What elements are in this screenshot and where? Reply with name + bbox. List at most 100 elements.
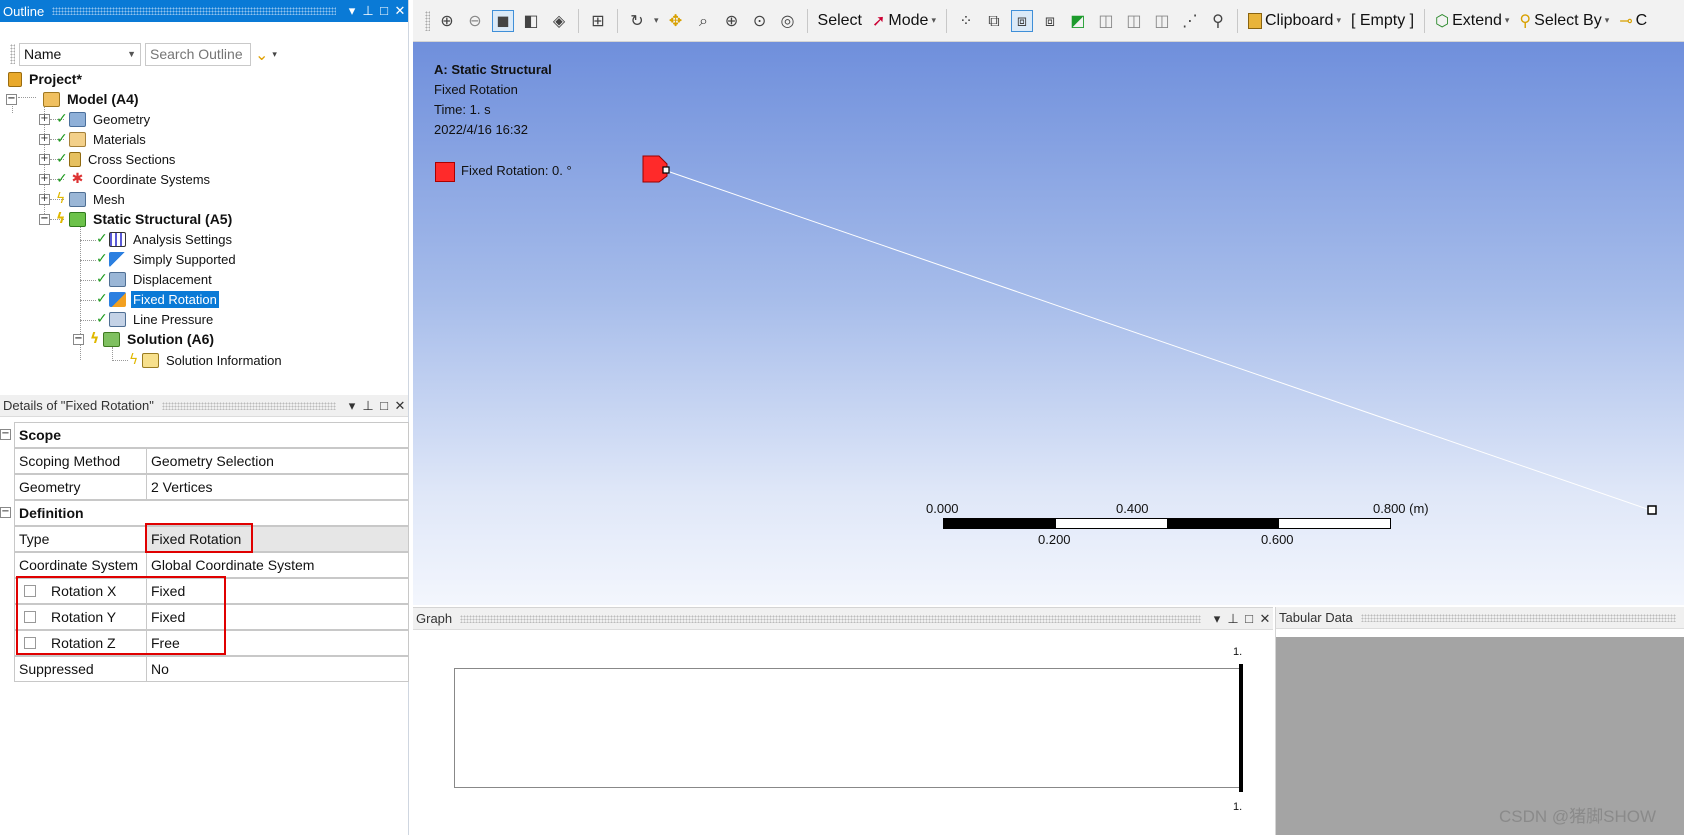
mode-button[interactable]: ➚ Mode ▾	[870, 11, 938, 30]
tree-label: Geometry	[93, 111, 151, 127]
select-vertex-icon[interactable]: ⁘	[955, 10, 977, 32]
tree-item-materials[interactable]: + ✓ Materials	[39, 129, 148, 149]
details-row[interactable]: Coordinate System Global Coordinate Syst…	[0, 552, 409, 578]
select-body-icon[interactable]: ⧈	[1039, 10, 1061, 32]
coordinate-select-icon[interactable]: ⋰	[1179, 10, 1201, 32]
expand-icon[interactable]: +	[39, 113, 50, 125]
expand-icon[interactable]: +	[39, 133, 50, 145]
check-icon: ✓	[56, 131, 68, 147]
dropdown-icon[interactable]: ▾	[344, 395, 360, 417]
maximize-icon[interactable]: □	[376, 0, 392, 22]
pin-icon[interactable]: ⊥	[1225, 608, 1241, 630]
select-element-face-icon[interactable]: ◫	[1095, 10, 1117, 32]
row-value[interactable]: Global Coordinate System	[146, 552, 409, 578]
collapse-icon[interactable]: −	[6, 93, 17, 105]
rotate-icon[interactable]: ↻	[626, 10, 648, 32]
collapse-icon[interactable]: −	[73, 333, 84, 345]
dropdown-icon[interactable]: ▾	[1209, 608, 1225, 630]
tree-item-solution-information[interactable]: ϟ Solution Information	[129, 350, 284, 370]
tree-label: Displacement	[133, 271, 212, 287]
tree-item-analysis-settings[interactable]: ✓ Analysis Settings	[96, 229, 234, 249]
pin-icon[interactable]: ⊥	[360, 0, 376, 22]
tree-item-geometry[interactable]: + ✓ Geometry	[39, 109, 152, 129]
clipboard-button[interactable]: Clipboard ▾	[1246, 12, 1343, 30]
details-row[interactable]: Suppressed No	[0, 656, 409, 682]
collapse-icon[interactable]: −	[0, 429, 11, 440]
check-icon: ✓	[96, 311, 108, 327]
solid-view-icon[interactable]: ◼	[492, 9, 514, 32]
filter-combo[interactable]: Name ▼	[19, 42, 141, 66]
close-icon[interactable]: ✕	[1257, 608, 1273, 630]
rotate-dropdown-icon[interactable]: ▾	[654, 15, 659, 26]
pin-icon[interactable]: ⊥	[360, 395, 376, 417]
tree-item-static-structural[interactable]: − ϟ Static Structural (A5)	[39, 209, 234, 229]
row-label: Geometry	[14, 474, 147, 500]
tree-item-model[interactable]: − Model (A4)	[6, 89, 141, 109]
tree-item-fixed-rotation[interactable]: ✓ Fixed Rotation	[96, 289, 219, 309]
tree-item-line-pressure[interactable]: ✓ Line Pressure	[96, 309, 215, 329]
select-button[interactable]: Select	[816, 12, 864, 30]
highlight-box-type	[145, 523, 253, 553]
scale-label-1: 0.200	[1038, 532, 1071, 547]
cursor-icon: ➚	[872, 11, 886, 30]
fixed-rotation-icon	[109, 291, 126, 307]
line-pressure-icon	[109, 311, 126, 327]
select-edge-icon[interactable]: ⧉	[983, 10, 1005, 32]
select-by-button[interactable]: ⚲ Select By ▾	[1517, 11, 1611, 30]
maximize-icon[interactable]: □	[376, 395, 392, 417]
expand-icon[interactable]: +	[39, 153, 50, 165]
maximize-icon[interactable]: □	[1241, 608, 1257, 630]
details-row[interactable]: Scoping Method Geometry Selection	[0, 448, 409, 474]
tree-item-simply-supported[interactable]: ✓ Simply Supported	[96, 249, 238, 269]
details-row[interactable]: Geometry 2 Vertices	[0, 474, 409, 500]
zoom-out-icon[interactable]: ⊖	[464, 10, 486, 32]
row-value[interactable]: 2 Vertices	[146, 474, 409, 500]
tree-item-project[interactable]: Project*	[8, 69, 84, 89]
pan-icon[interactable]: ✥	[665, 10, 687, 32]
graph-title: Graph	[416, 611, 453, 626]
close-icon[interactable]: ✕	[392, 0, 408, 22]
wireframe-view-icon[interactable]: ◧	[520, 10, 542, 32]
section-view-icon[interactable]: ◈	[548, 10, 570, 32]
graph-y-top-label: 1.	[1233, 646, 1243, 658]
filter-combo-label: Name	[24, 46, 62, 62]
close-icon[interactable]: ✕	[392, 395, 408, 417]
select-element-icon[interactable]: ◫	[1123, 10, 1145, 32]
zoom-icon[interactable]: ⌕	[693, 10, 715, 32]
dropdown-icon[interactable]: ▾	[344, 0, 360, 22]
tree-item-cross-sections[interactable]: + ✓ Cross Sections	[39, 149, 177, 169]
filter-options-icon[interactable]: ▾	[272, 49, 277, 60]
geometry-icon	[69, 111, 86, 127]
time-marker	[1239, 664, 1243, 792]
magnifier-icon[interactable]: ◎	[777, 10, 799, 32]
tree-item-displacement[interactable]: ✓ Displacement	[96, 269, 214, 289]
probe-icon[interactable]: ⚲	[1207, 10, 1229, 32]
zoom-in-icon[interactable]: ⊕	[436, 10, 458, 32]
zoom-box-icon[interactable]: ⊕	[721, 10, 743, 32]
tree-item-mesh[interactable]: + ϟ Mesh	[39, 189, 127, 209]
zoom-fit-icon[interactable]: ⊙	[749, 10, 771, 32]
row-value[interactable]: Geometry Selection	[146, 448, 409, 474]
section-scope[interactable]: − Scope	[0, 422, 409, 448]
truncated-button[interactable]: ⊸ C	[1617, 11, 1649, 30]
convert-icon: ⊸	[1619, 11, 1633, 30]
mesh-icon	[69, 191, 86, 207]
expand-icon[interactable]: +	[39, 193, 50, 205]
lightning-icon: ϟ	[56, 211, 66, 227]
tree-item-coordinate-systems[interactable]: + ✓ ✱ Coordinate Systems	[39, 169, 212, 189]
graph-plot-area[interactable]	[454, 668, 1242, 788]
collapse-icon[interactable]: −	[0, 507, 11, 518]
select-node-icon[interactable]: ◩	[1067, 10, 1089, 32]
select-mesh-icon[interactable]: ◫	[1151, 10, 1173, 32]
search-outline-input[interactable]	[145, 42, 251, 66]
tree-label: Line Pressure	[133, 311, 214, 327]
extend-button[interactable]: ⬡ Extend ▾	[1433, 11, 1511, 30]
tree-item-solution[interactable]: − ϟ Solution (A6)	[73, 329, 216, 349]
expand-icon[interactable]: +	[39, 173, 50, 185]
row-value[interactable]: No	[146, 656, 409, 682]
collapse-icon[interactable]: −	[39, 213, 50, 225]
graphics-viewport[interactable]: A: Static Structural Fixed Rotation Time…	[413, 42, 1684, 605]
viewport-layout-icon[interactable]: ⊞	[587, 10, 609, 32]
filter-chevron-icon[interactable]: ⌄	[255, 45, 268, 64]
select-face-icon[interactable]: ⧈	[1010, 9, 1033, 32]
